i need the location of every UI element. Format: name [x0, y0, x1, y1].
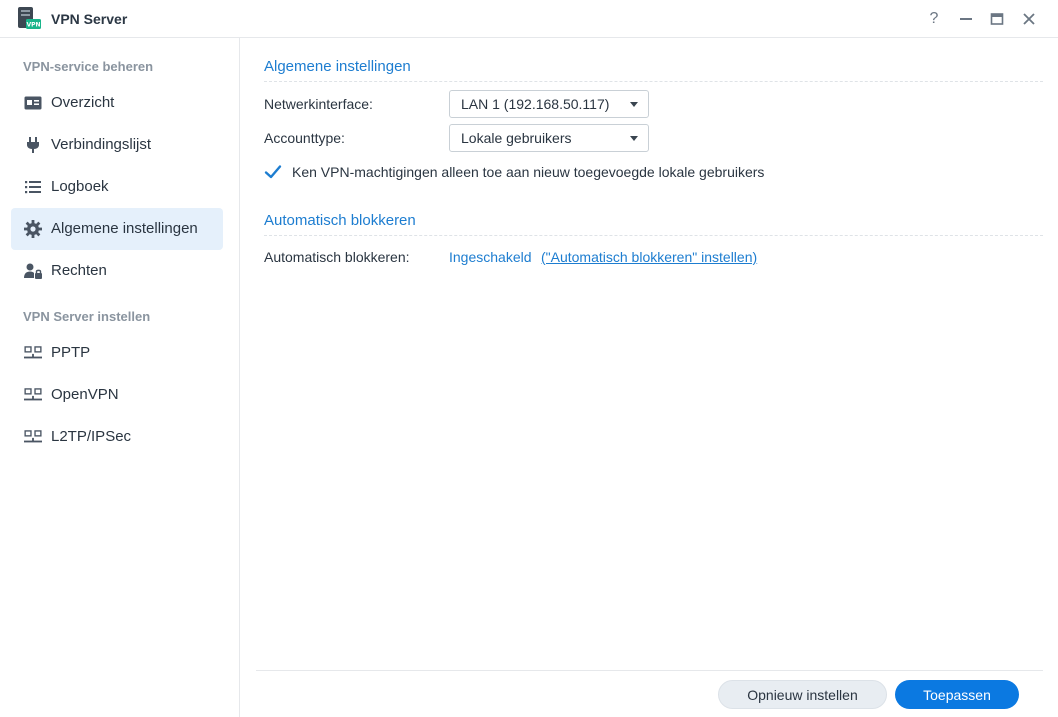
autoblock-status: Ingeschakeld	[449, 249, 532, 265]
app-icon-badge: VPN	[26, 22, 40, 29]
network-icon	[24, 345, 42, 361]
section-divider	[264, 235, 1043, 236]
sidebar-item-label: Verbindingslijst	[51, 136, 152, 153]
vpn-permissions-label: Ken VPN-machtigingen alleen toe aan nieu…	[292, 164, 765, 180]
sidebar-item-openvpn[interactable]: OpenVPN	[11, 374, 223, 416]
footer-divider	[256, 670, 1043, 671]
account-type-value: Lokale gebruikers	[461, 130, 572, 146]
close-icon[interactable]	[1019, 9, 1039, 29]
maximize-icon[interactable]	[987, 9, 1007, 29]
account-type-select[interactable]: Lokale gebruikers	[449, 124, 649, 152]
list-icon	[24, 179, 42, 195]
sidebar-item-label: Rechten	[51, 262, 107, 279]
sidebar-item-label: Algemene instellingen	[51, 220, 198, 237]
reset-button[interactable]: Opnieuw instellen	[718, 680, 887, 709]
title-bar: VPN VPN Server ?	[0, 0, 1058, 38]
main-panel: Algemene instellingen Netwerkinterface: …	[240, 38, 1058, 717]
overview-card-icon	[24, 95, 42, 111]
sidebar-item-label: PPTP	[51, 344, 91, 361]
help-icon[interactable]: ?	[924, 9, 944, 29]
plug-icon	[24, 137, 42, 153]
sidebar: VPN-service beheren Overzicht Verbinding…	[0, 38, 240, 717]
autoblock-label: Automatisch blokkeren:	[264, 249, 410, 265]
sidebar-item-label: L2TP/IPSec	[51, 428, 132, 445]
section-title-autoblock: Automatisch blokkeren	[264, 212, 416, 229]
network-icon	[24, 429, 42, 445]
user-lock-icon	[24, 263, 42, 279]
network-icon	[24, 387, 42, 403]
checkmark-icon	[264, 165, 282, 179]
chevron-down-icon	[630, 136, 638, 141]
section-title-general: Algemene instellingen	[264, 58, 411, 75]
sidebar-item-rechten[interactable]: Rechten	[11, 250, 223, 292]
account-type-label: Accounttype:	[264, 130, 345, 146]
apply-button[interactable]: Toepassen	[895, 680, 1019, 709]
sidebar-item-logboek[interactable]: Logboek	[11, 166, 223, 208]
sidebar-item-label: Overzicht	[51, 94, 115, 111]
sidebar-item-verbindingslijst[interactable]: Verbindingslijst	[11, 124, 223, 166]
chevron-down-icon	[630, 102, 638, 107]
minimize-icon[interactable]	[956, 9, 976, 29]
network-interface-value: LAN 1 (192.168.50.117)	[461, 96, 610, 112]
sidebar-item-l2tp-ipsec[interactable]: L2TP/IPSec	[11, 416, 223, 458]
gear-icon	[24, 220, 42, 238]
sidebar-item-pptp[interactable]: PPTP	[11, 332, 223, 374]
vpn-server-app-icon: VPN	[17, 6, 42, 30]
vpn-permissions-checkbox[interactable]	[264, 163, 282, 181]
sidebar-item-overzicht[interactable]: Overzicht	[11, 82, 223, 124]
section-divider	[264, 81, 1043, 82]
sidebar-section-setup: VPN Server instellen	[23, 309, 151, 324]
sidebar-section-manage: VPN-service beheren	[23, 59, 154, 74]
sidebar-item-label: OpenVPN	[51, 386, 119, 403]
sidebar-item-algemene-instellingen[interactable]: Algemene instellingen	[11, 208, 223, 250]
window-title: VPN Server	[51, 11, 128, 27]
network-interface-select[interactable]: LAN 1 (192.168.50.117)	[449, 90, 649, 118]
autoblock-settings-link[interactable]: ("Automatisch blokkeren" instellen)	[541, 249, 757, 265]
network-interface-label: Netwerkinterface:	[264, 96, 373, 112]
sidebar-item-label: Logboek	[51, 178, 109, 195]
